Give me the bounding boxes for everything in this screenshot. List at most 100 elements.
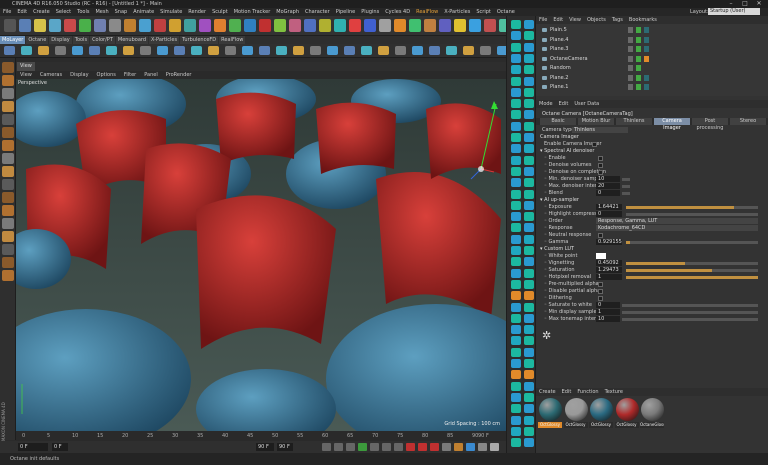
toolbar-tool-7-icon[interactable] [109,19,121,32]
plugin-tool-29-0-icon[interactable] [511,347,521,357]
plugin-tool-5-1-icon[interactable] [524,76,534,86]
post-slider[interactable] [626,269,758,272]
tool2-10-icon[interactable] [174,46,185,55]
menu-select[interactable]: Select [53,8,74,16]
imager-value-field[interactable]: 0 [596,211,622,217]
menu-mograph[interactable]: MoGraph [273,8,302,16]
tab-basic[interactable]: Basic [540,118,576,125]
transport-button-4-icon[interactable] [370,443,379,451]
toolbar-tool-20-icon[interactable] [304,19,316,32]
visibility-dots-icon[interactable] [628,84,633,90]
plugin-tool-8-0-icon[interactable] [511,110,521,120]
post-value-field[interactable]: 1.29473 [596,267,622,273]
menu-character[interactable]: Character [302,8,333,16]
object-menu-objects[interactable]: Objects [584,16,609,24]
plugin-tool-34-1-icon[interactable] [524,404,534,414]
transport-button-10-icon[interactable] [442,443,451,451]
plugin-tool-15-0-icon[interactable] [511,189,521,199]
tool2-0-icon[interactable] [4,46,15,55]
material-tag-icon[interactable] [644,46,649,52]
menu-motion-tracker[interactable]: Motion Tracker [231,8,274,16]
denoiser-checkbox[interactable] [598,163,603,168]
left-tool-9-icon[interactable] [2,179,14,190]
plugin-tool-30-1-icon[interactable] [524,359,534,368]
plugin-tool-12-0-icon[interactable] [511,155,521,165]
material-ball[interactable] [641,398,664,421]
plugin-tool-14-1-icon[interactable] [524,178,534,188]
object-row[interactable]: Random [536,64,768,72]
left-tool-4-icon[interactable] [2,114,14,125]
menu-cycles-4d[interactable]: Cycles 4D [382,8,413,16]
plugin-tool-3-1-icon[interactable] [524,53,534,63]
gamma-slider[interactable] [626,241,758,244]
plugin-tool-34-0-icon[interactable] [511,404,521,414]
transport-button-12-icon[interactable] [466,443,475,451]
object-row[interactable]: OctaneCamera [536,55,768,63]
gamma-value-field[interactable]: 0.929155 [596,239,622,245]
plugin-tool-7-1-icon[interactable] [524,99,534,109]
viewport-menu-display[interactable]: Display [66,71,92,79]
check-icon[interactable] [636,74,641,81]
tool2-26-icon[interactable] [446,46,457,55]
mode-tab-menuboard[interactable]: Menuboard [115,36,149,44]
tool2-5-icon[interactable] [89,46,100,55]
material-menu-function[interactable]: Function [574,388,601,396]
tool2-19-icon[interactable] [327,46,338,55]
transport-button-5-icon[interactable] [382,443,391,451]
toolbar-tool-24-icon[interactable] [364,19,376,32]
plugin-tool-20-0-icon[interactable] [511,246,521,255]
toolbar-tool-10-icon[interactable] [154,19,166,32]
plugin-tool-3-0-icon[interactable] [511,53,521,63]
menu-file[interactable]: File [0,8,14,16]
toolbar-tool-1-icon[interactable] [19,19,31,32]
mode-tab-tools[interactable]: Tools [72,36,90,44]
left-tool-12-icon[interactable] [2,218,14,229]
plugin-tool-22-1-icon[interactable] [524,268,534,278]
tail-slider[interactable] [622,304,758,307]
plugin-tool-16-0-icon[interactable] [511,200,521,210]
toolbar-tool-0-icon[interactable] [4,19,16,32]
menu-mesh[interactable]: Mesh [92,8,111,16]
left-tool-11-icon[interactable] [2,205,14,216]
plugin-tool-21-1-icon[interactable] [524,257,534,267]
plugin-tool-27-1-icon[interactable] [524,325,534,335]
plugin-tool-20-1-icon[interactable] [524,246,534,255]
object-row[interactable]: Plane.2 [536,74,768,82]
material-ball[interactable] [539,398,562,421]
plugin-tool-17-1-icon[interactable] [524,212,534,222]
maximize-button[interactable]: □ [738,0,752,8]
object-row[interactable]: Plain.5 [536,26,768,34]
material-ball[interactable] [615,398,639,421]
octane-tag-icon[interactable] [644,55,649,62]
material-menu-texture[interactable]: Texture [602,388,626,396]
menu-render[interactable]: Render [185,8,209,16]
transport-button-7-icon[interactable] [406,443,415,451]
plugin-tool-7-0-icon[interactable] [511,99,521,109]
toolbar-tool-13-icon[interactable] [199,19,211,32]
viewport-tab[interactable]: View [17,62,35,71]
toolbar-tool-27-icon[interactable] [409,19,421,32]
end-frame-field[interactable]: 90 F [256,443,274,451]
post-slider[interactable] [626,262,758,265]
plugin-tool-29-1-icon[interactable] [524,347,534,357]
attribute-menu-edit[interactable]: Edit [556,100,572,108]
check-icon[interactable] [636,65,641,71]
object-menu-view[interactable]: View [566,16,584,24]
plugin-tool-25-1-icon[interactable] [524,302,534,312]
plugin-tool-24-1-icon[interactable] [524,291,534,301]
left-tool-8-icon[interactable] [2,166,14,177]
toolbar-tool-16-icon[interactable] [244,19,256,32]
toolbar-tool-32-icon[interactable] [484,19,496,32]
plugin-tool-10-1-icon[interactable] [524,133,534,142]
transport-button-6-icon[interactable] [394,443,403,451]
camera-type-select[interactable]: Thinlens [572,127,628,133]
viewport-menu-filter[interactable]: Filter [120,71,140,79]
toolbar-tool-15-icon[interactable] [229,19,241,32]
option-checkbox[interactable] [598,289,603,294]
plugin-tool-13-0-icon[interactable] [511,166,521,176]
denoiser-checkbox[interactable] [598,156,603,161]
mode-tab-realflow[interactable]: RealFlow [219,36,246,44]
plugin-tool-18-1-icon[interactable] [524,223,534,233]
transport-button-14-icon[interactable] [490,443,499,451]
denoiser-checkbox[interactable] [598,170,603,175]
